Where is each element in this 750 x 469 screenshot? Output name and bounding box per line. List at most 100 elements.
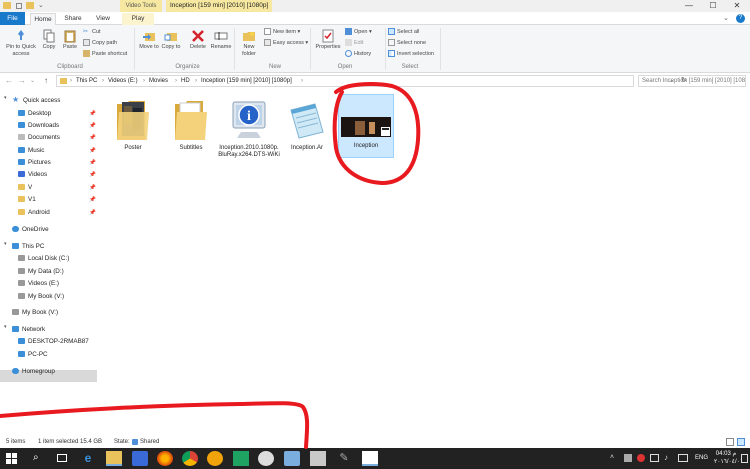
new-folder-button[interactable]: New folder [238, 29, 260, 57]
firefox-icon[interactable] [157, 451, 173, 466]
nav-item-downloads[interactable]: Downloads [18, 120, 59, 132]
nav-item-desktop[interactable]: Desktop [18, 108, 51, 120]
chevron-down-icon[interactable]: ⌄ [723, 14, 729, 22]
vlc-icon[interactable] [207, 451, 223, 466]
forward-arrow-icon[interactable]: → [18, 74, 26, 88]
properties-button[interactable]: Properties [313, 29, 343, 51]
tab-play[interactable]: Play [122, 13, 154, 25]
tab-home[interactable]: Home [30, 13, 56, 25]
tab-share[interactable]: Share [60, 13, 86, 25]
network-tool-icon[interactable] [284, 451, 300, 466]
maximize-button[interactable]: ☐ [702, 0, 724, 12]
nav-item-videos-e[interactable]: Videos (E:) [18, 278, 59, 290]
nav-item-homegroup[interactable]: Homegroup [12, 366, 55, 378]
tray-chevron-icon[interactable]: ˄ [610, 454, 614, 461]
file-item-subtitles[interactable]: Subtitles [160, 98, 222, 152]
keyboard-icon[interactable] [678, 454, 688, 462]
select-none-button[interactable]: Select none [388, 39, 426, 48]
search-input[interactable]: Search Inception [159 min] [2010] [1080p… [638, 75, 746, 87]
chevron-down-icon[interactable]: ▾ [4, 95, 7, 101]
edge-browser-icon[interactable]: e [80, 451, 96, 466]
disc-icon[interactable] [258, 451, 274, 466]
nav-item-v1[interactable]: V1 [18, 194, 36, 206]
close-button[interactable]: ✕ [726, 0, 748, 12]
recent-locations-icon[interactable]: ⌄ [30, 74, 35, 88]
file-item-inception-ar[interactable]: Inception.Ar [276, 98, 338, 152]
tab-view[interactable]: View [90, 13, 116, 25]
windows-start-icon[interactable] [6, 453, 17, 464]
up-arrow-icon[interactable]: ↑ [44, 74, 48, 88]
utorrent-icon[interactable] [233, 451, 249, 466]
store-icon[interactable] [132, 451, 148, 466]
new-item-button[interactable]: New item ▾ [264, 28, 300, 37]
nav-item-pc-pc[interactable]: PC-PC [18, 349, 48, 361]
tab-file[interactable]: File [0, 12, 25, 25]
tray-app-icon[interactable] [637, 454, 645, 462]
file-explorer-icon[interactable] [106, 451, 122, 466]
task-view-icon[interactable] [57, 454, 67, 462]
pen-tool-icon[interactable]: ✎ [336, 451, 352, 466]
chevron-down-icon[interactable]: ▾ [4, 324, 7, 330]
notifications-icon[interactable] [741, 454, 748, 463]
nav-item-videos[interactable]: Videos [18, 169, 47, 181]
network-tray-icon[interactable] [650, 454, 659, 462]
minimize-button[interactable]: — [678, 0, 700, 12]
clock[interactable]: 04:03 م ٢٠١٦/٠٤/٠١ [714, 450, 743, 466]
nav-item-desktop-2rmab87[interactable]: DESKTOP-2RMAB87 [18, 336, 89, 348]
breadcrumb-this-pc[interactable]: This PC [76, 76, 97, 86]
open-button[interactable]: Open ▾ [345, 28, 372, 37]
tray-app-icon[interactable] [624, 454, 632, 462]
help-icon[interactable]: ? [736, 14, 745, 23]
back-arrow-icon[interactable]: ← [5, 74, 13, 88]
nav-item-my-book-v[interactable]: My Book (V:) [18, 291, 64, 303]
nav-item-documents[interactable]: Documents [18, 132, 60, 144]
volume-icon[interactable]: ♪ [664, 453, 668, 462]
copy-to-button[interactable]: Copy to [161, 29, 181, 51]
pin-to-quick-access-button[interactable]: Pin to Quick access [2, 29, 40, 57]
search-icon[interactable]: ⌕ [33, 452, 39, 463]
breadcrumb-videos[interactable]: Videos (E:) [108, 76, 138, 86]
chevron-down-icon[interactable]: ⌄ [38, 1, 44, 9]
file-item-inception-video[interactable]: Inception [338, 94, 394, 158]
copy-path-button[interactable]: Copy path [83, 39, 117, 48]
nav-item-my-data-d[interactable]: My Data (D:) [18, 266, 64, 278]
copy-button[interactable]: Copy [40, 29, 58, 51]
nav-item-onedrive[interactable]: OneDrive [12, 224, 49, 236]
nav-item-pictures[interactable]: Pictures [18, 157, 51, 169]
history-button[interactable]: History [345, 50, 371, 59]
quick-access-toolbar-icon[interactable] [16, 3, 22, 9]
printer-icon[interactable] [310, 451, 326, 466]
media-app-icon[interactable] [362, 451, 378, 466]
nav-item-network[interactable]: Network [12, 324, 45, 336]
nav-item-v[interactable]: V [18, 182, 32, 194]
breadcrumb-hd[interactable]: HD [181, 76, 190, 86]
easy-access-button[interactable]: Easy access ▾ [264, 39, 308, 48]
language-indicator[interactable]: ENG [695, 448, 708, 469]
nav-item-android[interactable]: Android [18, 207, 50, 219]
breadcrumb-movies[interactable]: Movies [149, 76, 168, 86]
paste-button[interactable]: Paste [60, 29, 80, 51]
file-item-poster[interactable]: Poster [102, 98, 164, 152]
select-all-button[interactable]: Select all [388, 28, 419, 37]
breadcrumb-current-folder[interactable]: Inception [159 min] [2010] [1080p] [201, 76, 292, 86]
details-view-icon[interactable] [726, 438, 734, 446]
invert-selection-button[interactable]: Invert selection [388, 50, 434, 59]
delete-button[interactable]: Delete [186, 29, 210, 51]
edit-button[interactable]: Edit [345, 39, 363, 48]
nav-item-music[interactable]: Music [18, 145, 44, 157]
cut-button[interactable]: ✂ Cut [83, 28, 101, 37]
address-bar[interactable]: › This PC › Videos (E:) › Movies › HD › … [56, 75, 687, 87]
chrome-icon[interactable] [182, 451, 198, 466]
paste-shortcut-button[interactable]: Paste shortcut [83, 50, 127, 59]
file-item-nfo[interactable]: i Inception.2010.1080p.BluRay.x264.DTS-W… [218, 98, 280, 159]
nav-item-quick-access[interactable]: ★ Quick access [12, 95, 60, 107]
invert-selection-label: Invert selection [397, 51, 434, 57]
chevron-down-icon[interactable]: ▾ [4, 241, 7, 247]
rename-button[interactable]: Rename [210, 29, 232, 51]
nav-item-local-disk-c[interactable]: Local Disk (C:) [18, 253, 69, 265]
move-to-button[interactable]: Move to [139, 29, 159, 51]
new-folder-icon[interactable] [26, 2, 34, 9]
nav-item-this-pc[interactable]: This PC [12, 241, 44, 253]
large-icons-view-icon[interactable] [737, 438, 745, 446]
nav-item-my-book[interactable]: My Book (V:) [12, 307, 58, 319]
